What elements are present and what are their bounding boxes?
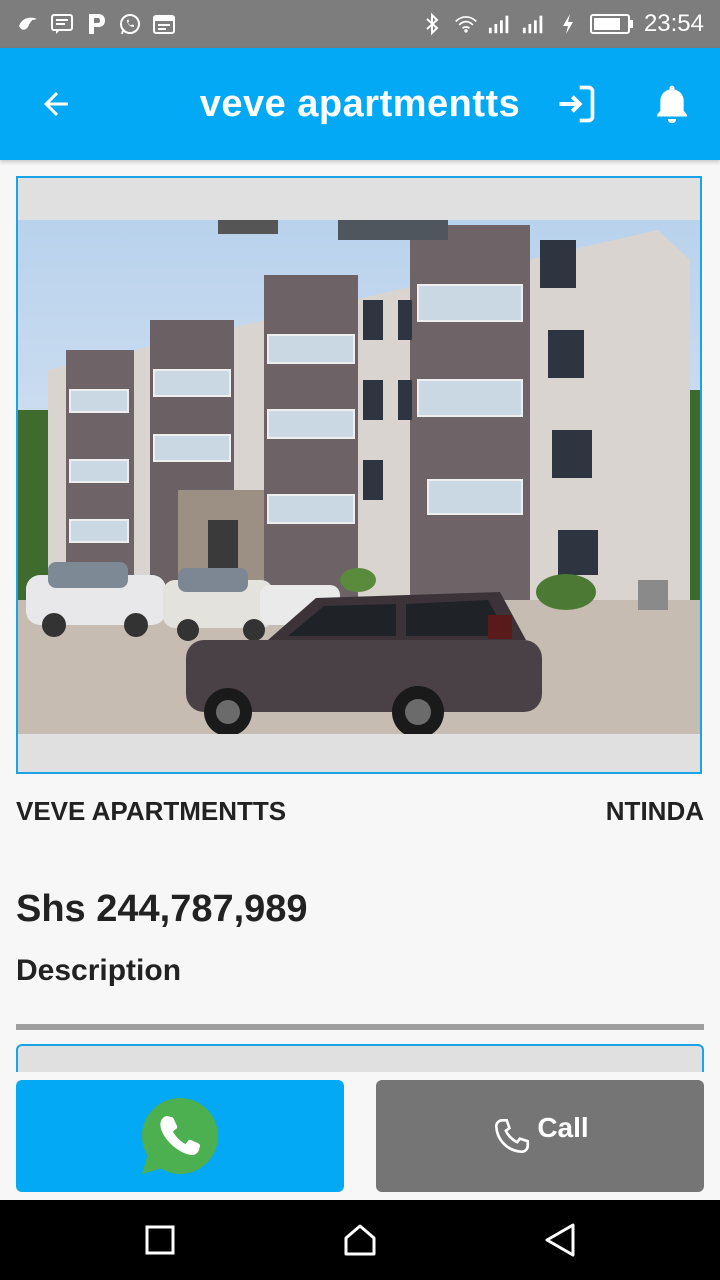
whatsapp-icon [118, 12, 142, 36]
whatsapp-icon [142, 1098, 218, 1174]
back-nav-button[interactable] [540, 1220, 580, 1260]
message-icon [50, 12, 74, 36]
status-bar-notifications [0, 12, 176, 36]
p-icon [84, 12, 108, 36]
listing-name: VEVE APARTMENTTS [16, 796, 287, 826]
battery-icon [589, 12, 634, 36]
page-title: veve apartmentts [199, 82, 521, 125]
signal-icon [522, 12, 546, 36]
login-button[interactable] [552, 78, 600, 130]
home-button[interactable] [340, 1220, 380, 1260]
phone-icon [495, 1118, 530, 1154]
whatsapp-button[interactable] [16, 1080, 344, 1192]
back-triangle-icon [545, 1223, 575, 1257]
charging-icon [556, 12, 580, 36]
listing-price: Shs 244,787,989 [16, 888, 308, 930]
bluetooth-icon [420, 12, 444, 36]
home-icon [344, 1224, 376, 1256]
wifi-icon [454, 12, 478, 36]
status-bar: 23:54 [0, 0, 720, 48]
description-heading: Description [16, 954, 182, 987]
listing-image-card[interactable] [16, 176, 702, 774]
recents-button[interactable] [140, 1220, 180, 1260]
divider [16, 1024, 704, 1030]
bird-icon [16, 12, 40, 36]
status-bar-system: 23:54 [420, 10, 720, 38]
call-button[interactable]: Call [376, 1080, 704, 1192]
arrow-left-icon [44, 92, 68, 116]
notifications-button[interactable] [648, 78, 696, 130]
status-time: 23:54 [643, 10, 704, 37]
bell-icon [657, 85, 687, 124]
login-icon [559, 85, 595, 123]
navigation-bar [0, 1200, 720, 1280]
signal-icon [488, 12, 512, 36]
listing-location: NTINDA [605, 796, 704, 826]
recents-square-icon [145, 1225, 175, 1255]
apartment-building-photo [18, 220, 700, 734]
app-bar: veve apartmentts [0, 48, 720, 160]
calendar-icon [152, 12, 176, 36]
call-label: Call [537, 1112, 589, 1143]
back-button[interactable] [32, 78, 80, 130]
